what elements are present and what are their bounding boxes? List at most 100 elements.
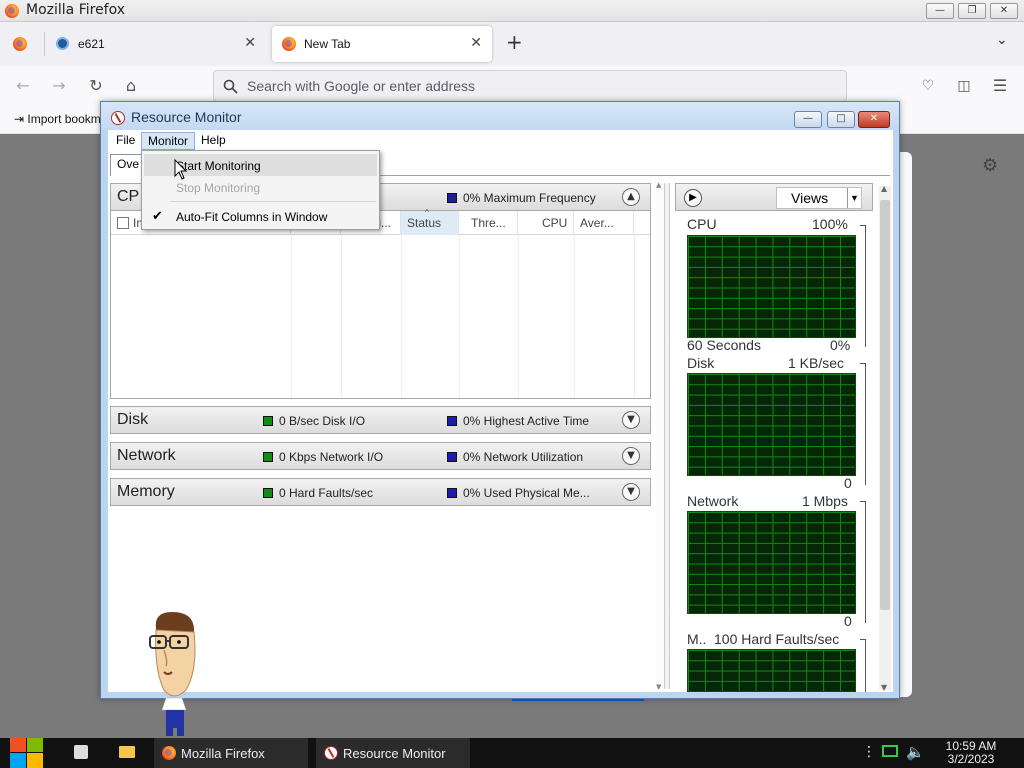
system-clock[interactable]: 10:59 AM 3/2/2023 [936, 740, 1006, 766]
network-utilization-metric: 0% Network Utilization [447, 450, 583, 464]
page-settings-gear-icon[interactable]: ⚙ [982, 155, 998, 176]
taskbar: Mozilla Firefox Resource Monitor ⋮ 🔈 10:… [0, 738, 1024, 768]
network-section-header[interactable]: Network 0 Kbps Network I/O 0% Network Ut… [110, 442, 651, 470]
scrollbar-thumb[interactable] [880, 200, 890, 610]
green-legend-square [263, 452, 273, 462]
network-graph-title: Network [687, 493, 739, 509]
cpu-usage-graph [687, 235, 856, 338]
menu-auto-fit-columns[interactable]: ✔ Auto-Fit Columns in Window [144, 205, 377, 227]
taskbar-app-label: Resource Monitor [343, 746, 446, 761]
collapse-chevron-up-icon[interactable]: ▲ [622, 188, 640, 206]
memory-graph-max: 100 Hard Faults/sec [714, 631, 840, 647]
select-all-checkbox[interactable] [117, 217, 129, 229]
pane-splitter[interactable] [664, 183, 670, 689]
clock-date: 3/2/2023 [947, 752, 995, 766]
search-icon [223, 79, 238, 94]
column-divider [574, 235, 575, 397]
graph-bracket [865, 363, 866, 485]
import-bookmarks-link[interactable]: ⇥ Import bookm [14, 112, 101, 126]
list-all-tabs-chevron-icon[interactable]: ⌄ [996, 32, 1008, 48]
taskbar-firefox[interactable]: Mozilla Firefox [154, 738, 308, 768]
close-tab-icon[interactable]: ✕ [470, 35, 482, 51]
import-bookmarks-label: Import bookm [27, 112, 101, 126]
rm-minimize-button[interactable]: — [794, 111, 822, 128]
taskbar-app-label: Mozilla Firefox [181, 746, 265, 761]
column-cpu[interactable]: CPU [518, 211, 574, 235]
url-placeholder: Search with Google or enter address [247, 78, 476, 94]
network-io-metric: 0 Kbps Network I/O [263, 450, 383, 464]
cpu-graph-title: CPU [687, 216, 717, 232]
volume-speaker-icon[interactable]: 🔈 [906, 743, 925, 761]
collapse-pane-arrow-icon[interactable]: ▶ [684, 189, 702, 207]
sort-caret-icon: ^ [425, 208, 429, 217]
file-explorer-folder-icon[interactable] [119, 746, 135, 758]
network-graph-max: 1 Mbps [802, 493, 848, 509]
close-window-button[interactable]: ✕ [990, 3, 1018, 19]
dropdown-arrow-icon[interactable]: ▼ [847, 188, 861, 208]
menu-item-label: Auto-Fit Columns in Window [176, 210, 328, 224]
network-usage-graph [687, 511, 856, 614]
rm-close-button[interactable]: ✕ [858, 111, 890, 128]
blue-legend-square [447, 488, 457, 498]
disk-section-header[interactable]: Disk 0 B/sec Disk I/O 0% Highest Active … [110, 406, 651, 434]
column-divider [341, 235, 342, 397]
memory-section-header[interactable]: Memory 0 Hard Faults/sec 0% Used Physica… [110, 478, 651, 506]
resource-monitor-titlebar[interactable]: Resource Monitor — □ ✕ [101, 102, 899, 130]
close-tab-icon[interactable]: ✕ [244, 35, 256, 51]
overflow-dots-icon[interactable]: ⋮ [862, 744, 876, 760]
forward-arrow-icon[interactable]: → [48, 75, 70, 97]
cpu-graph-timespan: 60 Seconds [687, 337, 761, 353]
scroll-down-arrow-icon[interactable]: ▼ [656, 683, 661, 691]
tab-new-tab[interactable]: New Tab ✕ [272, 26, 492, 62]
checkmark-icon: ✔ [152, 208, 163, 223]
minimize-button[interactable]: — [926, 3, 954, 19]
views-dropdown[interactable]: Views ▼ [776, 187, 862, 209]
disk-io-metric: 0 B/sec Disk I/O [263, 414, 365, 428]
cpu-section-title: CP [117, 188, 140, 205]
scroll-up-arrow-icon[interactable]: ▲ [656, 181, 661, 189]
column-divider [459, 235, 460, 397]
menu-monitor[interactable]: Monitor [141, 132, 196, 150]
hamburger-menu-icon[interactable]: ☰ [989, 75, 1011, 97]
menu-help[interactable]: Help [195, 132, 232, 150]
column-status[interactable]: Status ^ [401, 208, 459, 235]
memory-usage-graph [687, 649, 856, 692]
tab-e621[interactable]: e621 ✕ [46, 26, 266, 62]
pocket-icon[interactable]: ♡ [917, 75, 939, 97]
window-title: Mozilla Firefox [26, 2, 126, 18]
firefox-logo-icon [5, 4, 19, 18]
network-tray-icon[interactable] [882, 745, 898, 757]
column-threads[interactable]: Thre... [459, 211, 518, 235]
blue-legend-square [447, 416, 457, 426]
menu-file[interactable]: File [110, 132, 141, 150]
new-tab-button[interactable]: + [506, 30, 523, 54]
firefox-view-icon[interactable] [13, 37, 27, 51]
column-average-cpu[interactable]: Aver... [574, 211, 634, 235]
restore-button[interactable]: ❐ [958, 3, 986, 19]
resource-monitor-title: Resource Monitor [131, 109, 242, 125]
expand-chevron-down-icon[interactable]: ▼ [622, 411, 640, 429]
rm-maximize-button[interactable]: □ [827, 111, 855, 128]
expand-chevron-down-icon[interactable]: ▼ [622, 483, 640, 501]
left-pane-scrollbar[interactable]: ▲ ▼ [656, 181, 664, 691]
scroll-down-arrow-icon[interactable]: ▼ [881, 683, 887, 692]
extensions-icon[interactable]: ◫ [953, 75, 975, 97]
navigation-toolbar: ← → ↻ ⌂ Search with Google or enter addr… [0, 66, 1024, 106]
blue-legend-square [447, 193, 457, 203]
url-bar[interactable]: Search with Google or enter address [213, 70, 847, 102]
expand-chevron-down-icon[interactable]: ▼ [622, 447, 640, 465]
start-button-windows-logo-icon[interactable] [10, 738, 44, 768]
cpu-process-table: Ima PI Descri... Status ^ Thre... CPU Av… [110, 208, 651, 399]
graphs-scrollbar[interactable]: ▲ ▼ [879, 184, 891, 692]
cpu-graph-min: 0% [830, 337, 851, 353]
column-divider [291, 235, 292, 397]
home-icon[interactable]: ⌂ [120, 75, 142, 97]
graph-bracket [865, 225, 866, 347]
taskbar-resource-monitor[interactable]: Resource Monitor [316, 738, 470, 768]
import-icon: ⇥ [14, 112, 28, 126]
graph-bracket [865, 639, 866, 692]
calculator-taskbar-icon[interactable] [74, 745, 88, 759]
reload-icon[interactable]: ↻ [85, 75, 107, 97]
back-arrow-icon[interactable]: ← [12, 75, 34, 97]
scroll-up-arrow-icon[interactable]: ▲ [881, 184, 887, 193]
